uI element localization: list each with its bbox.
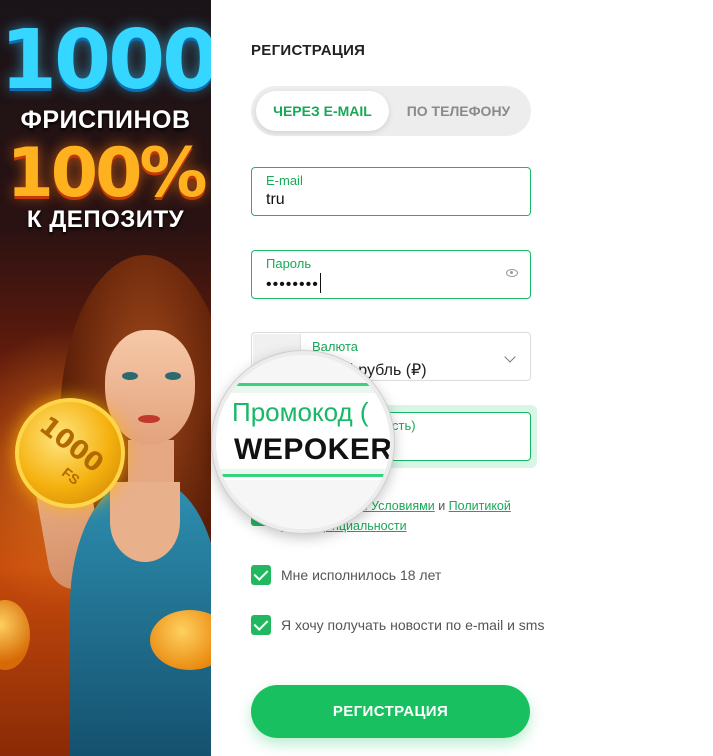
password-field[interactable]: Пароль •••••••• xyxy=(251,250,531,299)
promo-banner: 1000 FS 1000 ФРИСПИНОВ 100% К ДЕПОЗИТУ xyxy=(0,0,211,756)
password-label: Пароль xyxy=(266,256,312,271)
register-button[interactable]: РЕГИСТРАЦИЯ xyxy=(251,685,530,738)
promo-label-tail: сть) xyxy=(392,418,416,433)
promo-label: Промокод ( xyxy=(232,397,369,427)
promo-value[interactable]: WEPOKER xyxy=(234,433,390,467)
character-eye-right xyxy=(165,372,181,380)
coin-icon xyxy=(0,600,30,670)
age-check-row: Мне исполнилось 18 лет xyxy=(251,565,441,585)
email-field[interactable]: E-mail tru xyxy=(251,167,531,216)
chevron-down-icon[interactable] xyxy=(504,351,516,363)
privacy-link[interactable]: Политикой xyxy=(449,499,511,513)
character-chest xyxy=(110,482,180,562)
terms-and: и xyxy=(438,499,446,513)
banner-freespins: ФРИСПИНОВ xyxy=(20,106,191,134)
email-label: E-mail xyxy=(266,173,303,188)
character-eye-left xyxy=(122,372,138,380)
password-dots: •••••••• xyxy=(266,276,319,293)
tab-email[interactable]: ЧЕРЕЗ E-MAIL xyxy=(256,91,389,131)
registration-method-tabs: ЧЕРЕЗ E-MAIL ПО ТЕЛЕФОНУ xyxy=(251,86,531,136)
password-value[interactable]: •••••••• xyxy=(266,273,322,294)
tab-phone[interactable]: ПО ТЕЛЕФОНУ xyxy=(391,91,526,131)
magnifier-bottom xyxy=(216,480,390,529)
news-check-label: Я хочу получать новости по e-mail и sms xyxy=(281,617,545,633)
page-title: РЕГИСТРАЦИЯ xyxy=(251,42,366,59)
character-lips xyxy=(138,415,160,423)
eye-icon[interactable] xyxy=(506,269,518,277)
banner-percent: 100% xyxy=(6,134,207,213)
banner-deposit: К ДЕПОЗИТУ xyxy=(26,206,185,233)
text-caret xyxy=(319,273,322,293)
banner-big-number: 1000 xyxy=(0,13,211,108)
news-checkbox[interactable] xyxy=(251,615,271,635)
magnifier-top xyxy=(216,355,390,383)
age-check-label: Мне исполнилось 18 лет xyxy=(281,567,442,583)
age-checkbox[interactable] xyxy=(251,565,271,585)
news-check-row: Я хочу получать новости по e-mail и sms xyxy=(251,615,544,635)
promo-magnifier: Промокод ( WEPOKER xyxy=(212,351,394,533)
email-value[interactable]: tru xyxy=(266,191,285,209)
